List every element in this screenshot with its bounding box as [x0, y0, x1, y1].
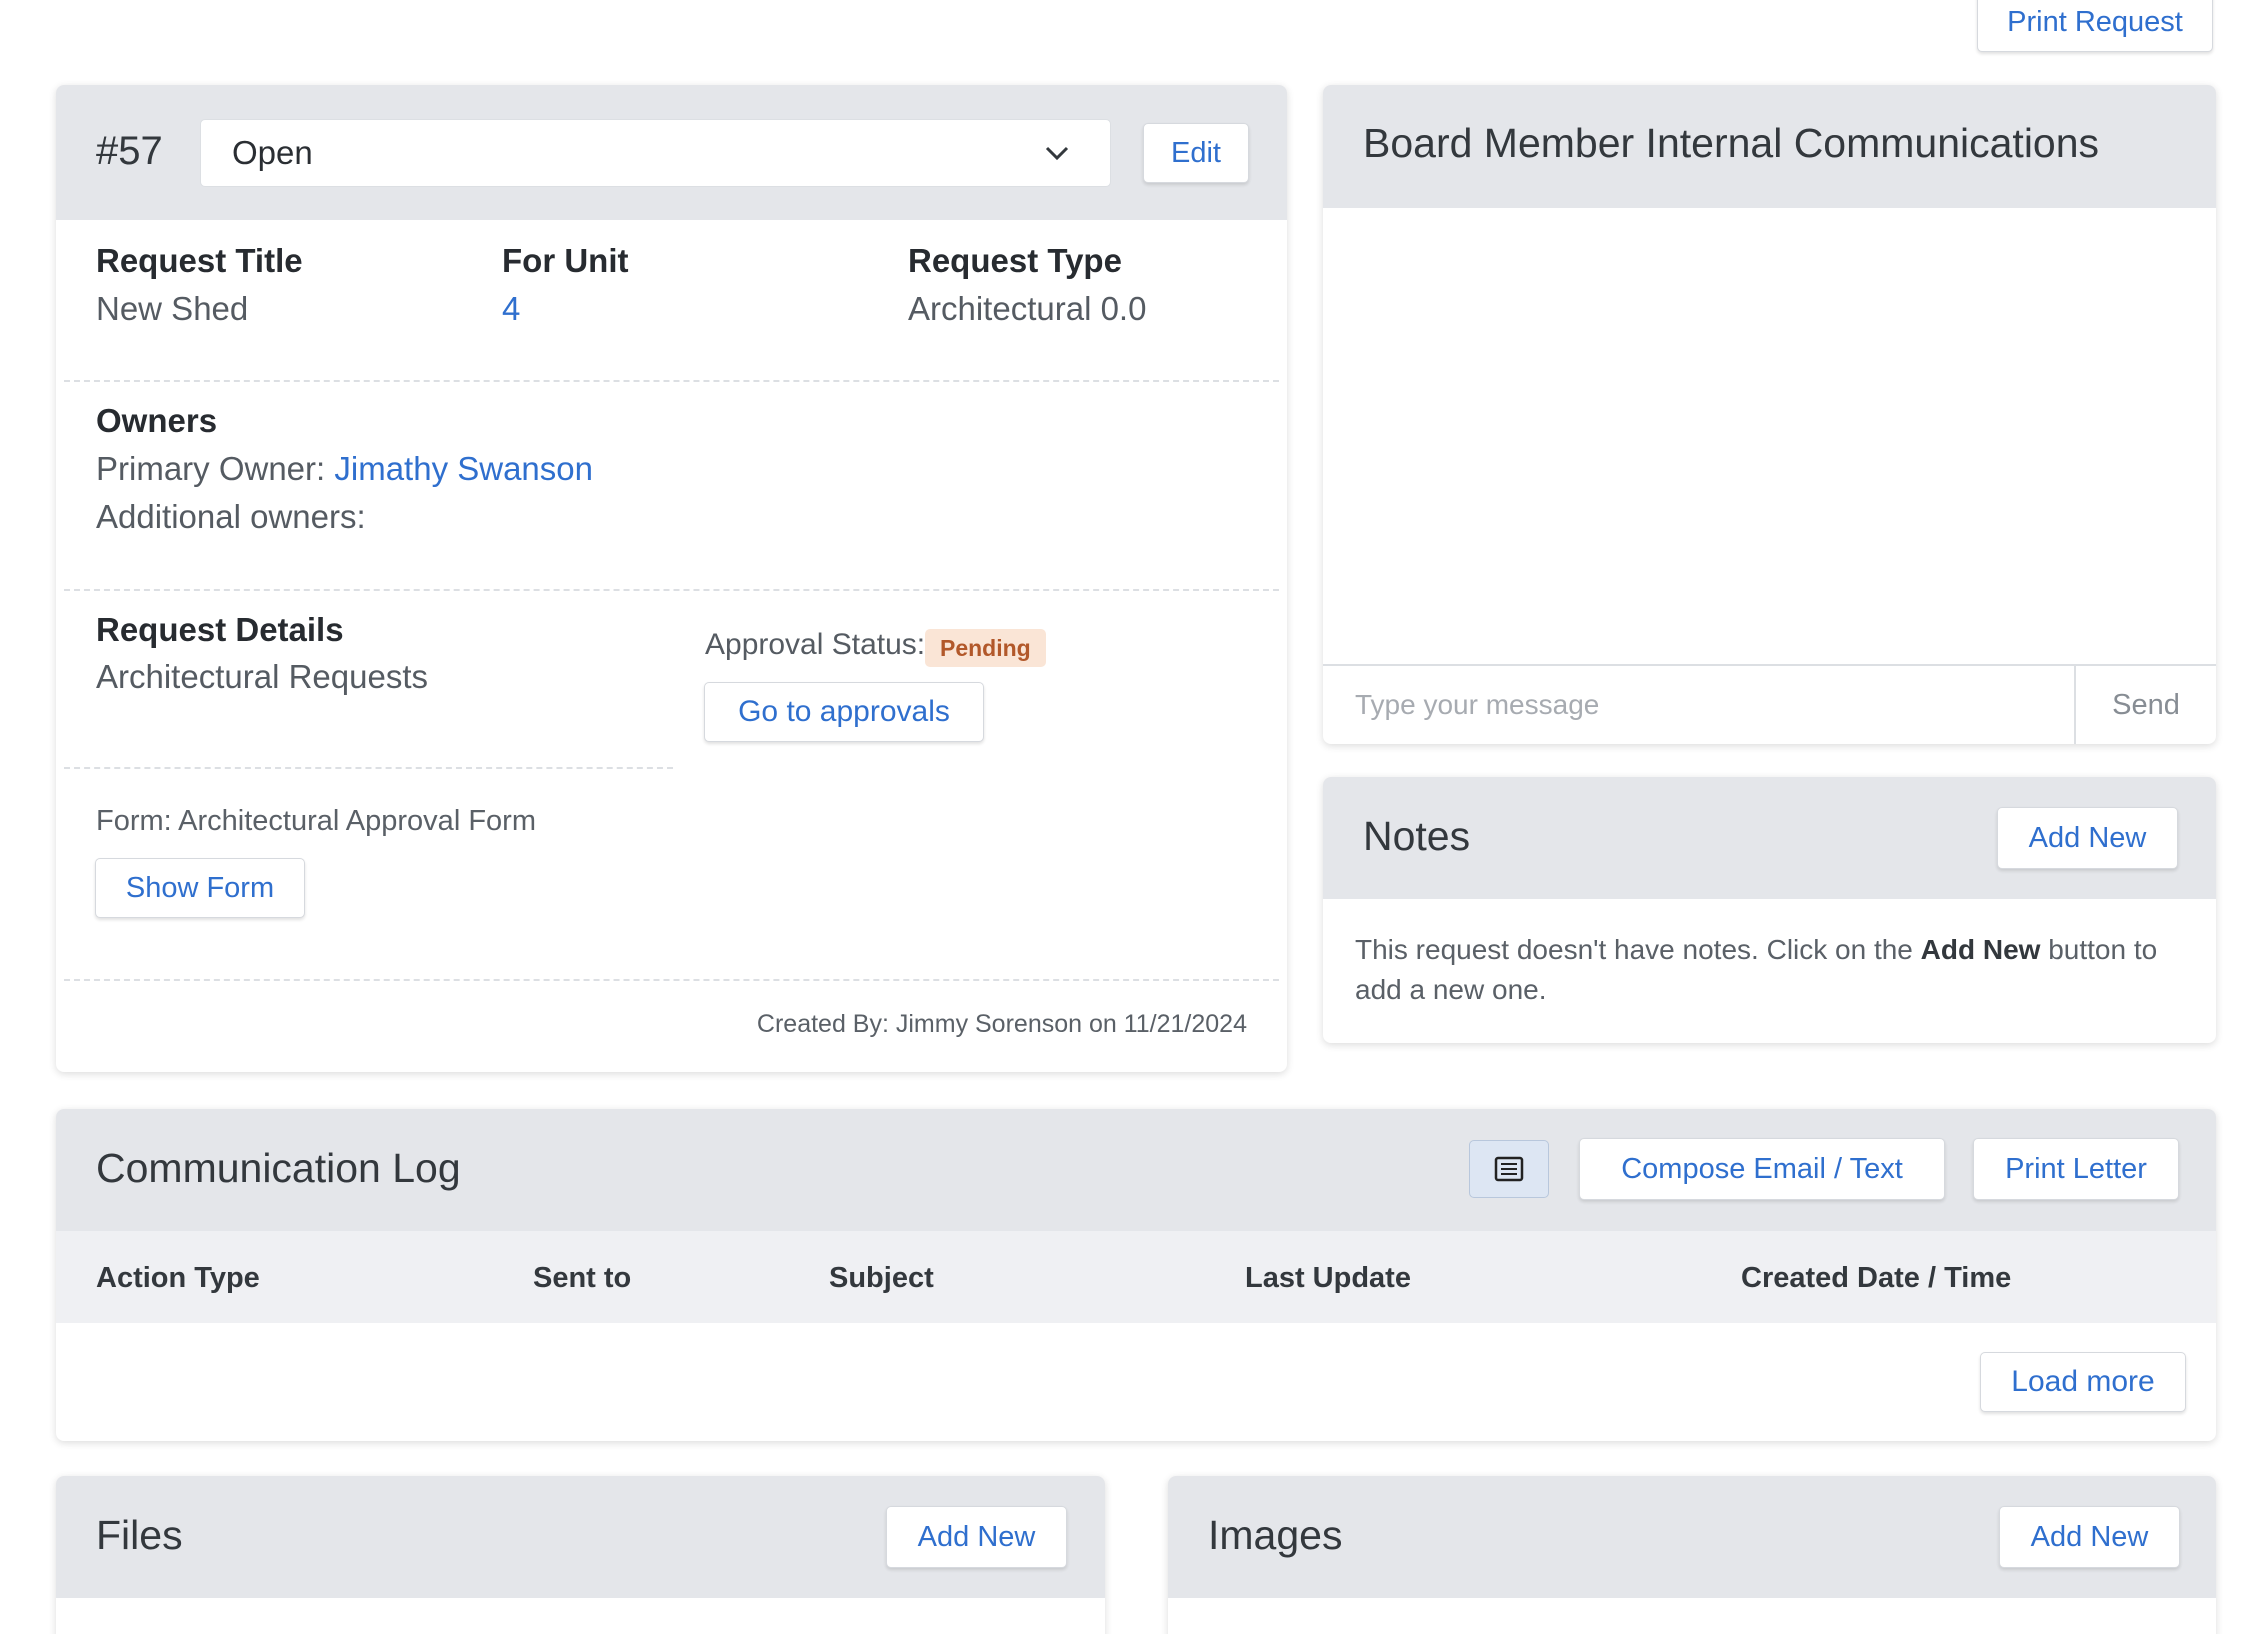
- notes-empty-prefix: This request doesn't have notes. Click o…: [1355, 934, 1921, 965]
- send-button-label: Send: [2112, 688, 2180, 721]
- message-input[interactable]: Type your message: [1323, 664, 2076, 744]
- additional-owners-label: Additional owners:: [96, 498, 366, 535]
- created-by-text: Created By: Jimmy Sorenson on 11/21/2024: [756, 1010, 1247, 1038]
- send-button[interactable]: Send: [2076, 664, 2216, 744]
- status-select[interactable]: Open: [200, 119, 1111, 187]
- column-header: Last Update: [1245, 1262, 1411, 1294]
- print-request-button[interactable]: Print Request: [1977, 0, 2213, 52]
- images-header: Images Add New: [1168, 1476, 2216, 1598]
- notes-title: Notes: [1363, 813, 1471, 859]
- divider: [64, 979, 1279, 981]
- files-title: Files: [96, 1512, 183, 1558]
- request-title-value: New Shed: [96, 290, 249, 327]
- divider: [64, 380, 1279, 382]
- request-type-value: Architectural 0.0: [908, 290, 1147, 327]
- chevron-down-icon: [1044, 142, 1070, 169]
- notes-empty-message: This request doesn't have notes. Click o…: [1355, 930, 2185, 1010]
- print-letter-button[interactable]: Print Letter: [1973, 1138, 2179, 1200]
- column-header: Action Type: [96, 1262, 260, 1294]
- request-title-label: Request Title: [96, 242, 303, 279]
- images-title: Images: [1208, 1512, 1343, 1558]
- column-header: Sent to: [533, 1262, 632, 1294]
- message-placeholder: Type your message: [1355, 689, 1600, 720]
- column-header: Subject: [829, 1262, 934, 1294]
- request-details-label: Request Details: [96, 611, 344, 648]
- request-details-value: Architectural Requests: [96, 658, 428, 695]
- unit-link[interactable]: 4: [502, 290, 520, 328]
- divider: [64, 589, 1279, 591]
- primary-owner-row: Primary Owner: Jimathy Swanson: [96, 450, 593, 488]
- show-form-button[interactable]: Show Form: [95, 858, 305, 918]
- board-communications-header: Board Member Internal Communications: [1323, 85, 2216, 208]
- go-to-approvals-button[interactable]: Go to approvals: [704, 682, 984, 742]
- communication-log-table-header: Action Type Sent to Subject Last Update …: [56, 1231, 2216, 1323]
- divider: [64, 767, 673, 769]
- primary-owner-link[interactable]: Jimathy Swanson: [334, 450, 593, 487]
- request-type-label: Request Type: [908, 242, 1122, 279]
- board-communications-card: Board Member Internal Communications Typ…: [1323, 85, 2216, 744]
- notes-add-new-button[interactable]: Add New: [1997, 807, 2178, 869]
- board-communications-title: Board Member Internal Communications: [1363, 120, 2100, 166]
- communication-log-card: Communication Log Compose Email / Text P…: [56, 1109, 2216, 1441]
- column-header: Created Date / Time: [1741, 1262, 2012, 1294]
- notes-card: Notes Add New This request doesn't have …: [1323, 777, 2216, 1043]
- files-add-new-button[interactable]: Add New: [886, 1506, 1067, 1568]
- status-select-value: Open: [232, 134, 313, 171]
- notes-empty-bold: Add New: [1920, 934, 2041, 965]
- list-view-icon[interactable]: [1469, 1140, 1549, 1198]
- form-label: Form: Architectural Approval Form: [96, 805, 536, 837]
- communication-log-header: Communication Log Compose Email / Text P…: [56, 1109, 2216, 1231]
- request-card: #57 Open Edit Request Title New Shed For…: [56, 85, 1287, 1072]
- load-more-button[interactable]: Load more: [1980, 1352, 2186, 1412]
- images-card: Images Add New: [1168, 1476, 2216, 1634]
- approval-status-label: Approval Status:: [705, 628, 926, 661]
- request-number: #57: [96, 129, 163, 173]
- approval-status-badge: Pending: [925, 629, 1046, 667]
- request-card-header: #57 Open Edit: [56, 85, 1287, 220]
- owners-label: Owners: [96, 402, 218, 439]
- files-header: Files Add New: [56, 1476, 1105, 1598]
- for-unit-label: For Unit: [502, 242, 629, 279]
- notes-header: Notes Add New: [1323, 777, 2216, 899]
- communication-log-title: Communication Log: [96, 1145, 461, 1191]
- edit-button[interactable]: Edit: [1143, 123, 1249, 183]
- files-card: Files Add New: [56, 1476, 1105, 1634]
- compose-email-text-button[interactable]: Compose Email / Text: [1579, 1138, 1945, 1200]
- primary-owner-label: Primary Owner:: [96, 450, 326, 487]
- images-add-new-button[interactable]: Add New: [1999, 1506, 2180, 1568]
